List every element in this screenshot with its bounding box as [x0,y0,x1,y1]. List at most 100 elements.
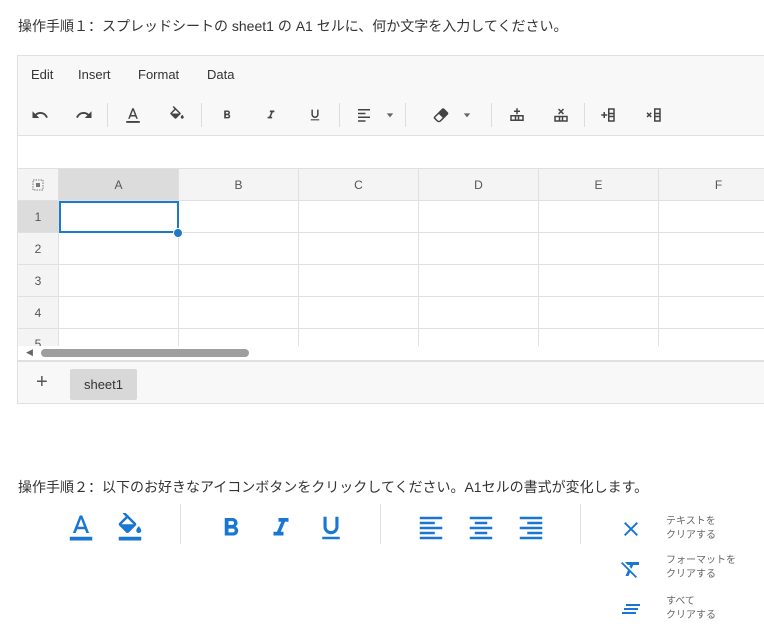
align-left-icon [419,516,443,540]
menu-data[interactable]: Data [207,67,234,82]
font-color-button[interactable] [63,510,99,546]
menu-edit[interactable]: Edit [31,67,53,82]
underline-button[interactable] [313,510,349,546]
column-header-a[interactable]: A [59,169,179,201]
cell-b1[interactable] [179,201,299,233]
close-icon [624,522,638,536]
align-icon[interactable] [352,103,376,127]
underline-icon[interactable] [303,103,327,127]
clear-format-button[interactable] [616,554,646,584]
clear-text-label: テキストを クリアする [666,516,716,541]
font-color-icon[interactable] [121,103,145,127]
row-header-1[interactable]: 1 [18,201,59,233]
column-header-e[interactable]: E [539,169,659,201]
align-dropdown-icon[interactable] [385,103,395,127]
cell-b3[interactable] [179,265,299,297]
clear-icon[interactable] [429,103,453,127]
delete-column-icon[interactable] [642,103,666,127]
bold-icon[interactable] [215,103,239,127]
cell-c3[interactable] [299,265,419,297]
align-left-button[interactable] [413,510,449,546]
fill-color-icon[interactable] [165,103,189,127]
cell-b4[interactable] [179,297,299,329]
add-sheet-button[interactable]: + [36,371,48,394]
column-header-f[interactable]: F [659,169,764,201]
fill-color-button[interactable] [112,510,148,546]
format-separator [380,504,381,544]
cell-a4[interactable] [59,297,179,329]
cell-d1[interactable] [419,201,539,233]
toolbar [18,94,764,136]
undo-icon[interactable] [28,103,52,127]
scroll-left-icon[interactable]: ◀ [26,347,33,358]
cell-e4[interactable] [539,297,659,329]
clear-all-button[interactable] [616,594,646,624]
fill-color-icon [118,513,142,541]
redo-icon[interactable] [72,103,96,127]
column-header-d[interactable]: D [419,169,539,201]
cell-e1[interactable] [539,201,659,233]
italic-icon [273,518,289,536]
cell-f4[interactable] [659,297,764,329]
menu-insert[interactable]: Insert [78,67,111,82]
insert-row-icon[interactable] [505,103,529,127]
toolbar-separator [405,103,406,127]
align-center-button[interactable] [463,510,499,546]
delete-row-icon[interactable] [549,103,573,127]
cell-c4[interactable] [299,297,419,329]
instruction-step-2: 操作手順２：以下のお好きなアイコンボタンをクリックしてください。A1セルの書式が… [18,479,649,495]
column-header-c[interactable]: C [299,169,419,201]
cell-b2[interactable] [179,233,299,265]
menu-format[interactable]: Format [138,67,179,82]
font-color-icon [69,515,93,541]
formula-bar[interactable] [18,136,764,169]
clear-all-icon [622,604,640,614]
insert-column-icon[interactable] [596,103,620,127]
cell-a2[interactable] [59,233,179,265]
toolbar-separator [584,103,585,127]
menu-bar: Edit Insert Format Data [18,56,764,94]
toolbar-separator [491,103,492,127]
cell-d2[interactable] [419,233,539,265]
instruction-step-1: 操作手順１：スプレッドシートの sheet1 の A1 セルに、何か文字を入力し… [18,18,568,34]
horizontal-scroll-thumb[interactable] [41,349,249,357]
cell-d3[interactable] [419,265,539,297]
italic-icon[interactable] [259,103,283,127]
row-header-2[interactable]: 2 [18,233,59,265]
cell-c1[interactable] [299,201,419,233]
spreadsheet: Edit Insert Format Data A B C D E F 1 2 … [17,55,764,404]
cell-f2[interactable] [659,233,764,265]
clear-all-label: すべて クリアする [666,596,716,621]
cell-e2[interactable] [539,233,659,265]
format-separator [180,504,181,544]
cell-c2[interactable] [299,233,419,265]
toolbar-separator [339,103,340,127]
toolbar-separator [201,103,202,127]
italic-button[interactable] [263,510,299,546]
cell-a3[interactable] [59,265,179,297]
cell-f1[interactable] [659,201,764,233]
clear-text-button[interactable] [616,514,646,544]
toolbar-separator [107,103,108,127]
row-header-3[interactable]: 3 [18,265,59,297]
underline-icon [322,516,340,540]
column-header-b[interactable]: B [179,169,299,201]
cell-d4[interactable] [419,297,539,329]
row-header-4[interactable]: 4 [18,297,59,329]
align-right-icon [519,516,543,540]
format-separator [580,504,581,544]
sheet-tab-bar: + sheet1 [18,361,764,403]
clear-dropdown-icon[interactable] [462,103,472,127]
active-cell-a1[interactable] [59,201,179,233]
align-right-button[interactable] [513,510,549,546]
cell-f3[interactable] [659,265,764,297]
sheet-tab-sheet1[interactable]: sheet1 [70,369,137,400]
format-clear-icon [621,562,639,578]
fill-handle[interactable] [173,228,183,238]
clear-format-label: フォーマットを クリアする [666,555,736,580]
select-all-icon[interactable] [18,169,59,201]
bold-button[interactable] [213,510,249,546]
bold-icon [224,518,239,536]
cell-e3[interactable] [539,265,659,297]
align-center-icon [469,516,493,540]
